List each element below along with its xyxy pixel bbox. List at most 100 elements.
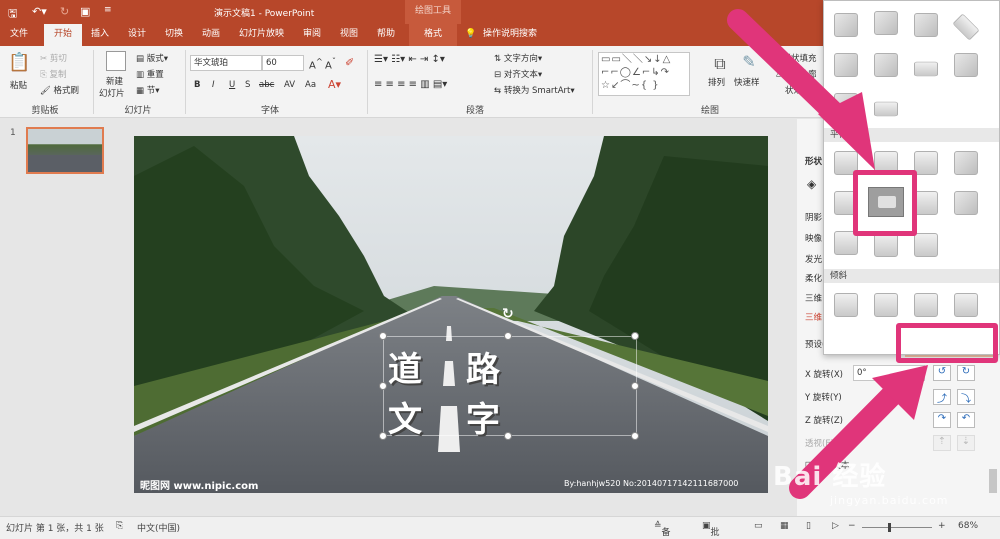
italic-button[interactable]: I: [212, 80, 215, 90]
strike-button[interactable]: S: [245, 80, 250, 90]
cut-button[interactable]: ✂ 剪切: [40, 52, 67, 64]
cut-label: 剪切: [49, 54, 67, 64]
tab-home[interactable]: 开始: [44, 24, 82, 47]
normal-view-icon[interactable]: ▭: [754, 521, 763, 531]
zoom-slider-thumb[interactable]: [888, 523, 891, 532]
new-slide-icon[interactable]: [106, 51, 126, 71]
slide-count: 幻灯片 第 1 张，共 1 张: [6, 524, 104, 534]
new-slide-label-1[interactable]: 新建: [106, 75, 123, 87]
comments-label: 批注: [710, 528, 720, 538]
comments-button[interactable]: ▣ 批注: [702, 521, 720, 538]
group-divider: [592, 50, 593, 114]
slide-thumbnail[interactable]: [26, 127, 104, 174]
copy-button[interactable]: ⎘ 复制: [40, 68, 67, 80]
shapes-gallery[interactable]: ▭▭＼＼↘↓△ ⌐⌐◯∠⌐↳↷ ☆↙⌒~{ }: [598, 52, 690, 96]
nipic-watermark: 昵图网 www.nipic.com: [140, 481, 259, 492]
language[interactable]: 中文(中国): [137, 521, 180, 534]
tab-slideshow[interactable]: 幻灯片放映: [234, 24, 289, 46]
align-icons[interactable]: ≡ ≡ ≡ ≡ ▥ ▤▾: [374, 79, 447, 90]
change-case-button[interactable]: Aa: [305, 80, 316, 90]
slideshow-icon[interactable]: ▷: [832, 521, 839, 531]
paste-button[interactable]: 粘贴: [10, 79, 27, 91]
rotate-handle-icon[interactable]: ↻: [502, 306, 514, 322]
layout-button[interactable]: ▤ 版式▾: [136, 52, 168, 64]
text-direction-button[interactable]: ⇅ 文字方向▾: [494, 52, 542, 64]
bullets-icon[interactable]: ☰▾ ☷▾ ⇤ ⇥ ↕▾: [374, 54, 445, 65]
resize-handle[interactable]: [631, 432, 639, 440]
resize-handle[interactable]: [379, 332, 387, 340]
underline-button[interactable]: U: [229, 80, 235, 90]
slide-text-char: 道: [388, 350, 422, 390]
char-spacing-button[interactable]: AV: [284, 80, 295, 90]
slide-canvas[interactable]: ↻ 道 路 文 字 昵图网 www.nipic.com By:hanhjw520…: [134, 136, 768, 493]
start-from-beginning-icon[interactable]: ▣: [80, 5, 90, 18]
group-divider: [93, 50, 94, 114]
smartart-label: 转换为 SmartArt: [503, 86, 571, 96]
group-divider: [185, 50, 186, 114]
format-painter-label: 格式刷: [53, 86, 80, 96]
resize-handle[interactable]: [379, 382, 387, 390]
zoom-slider[interactable]: [862, 527, 932, 528]
tab-transitions[interactable]: 切换: [160, 24, 188, 46]
clear-formatting-icon[interactable]: ✐: [345, 56, 354, 69]
resize-handle[interactable]: [504, 432, 512, 440]
tab-file[interactable]: 文件: [5, 24, 33, 46]
format-painter-button[interactable]: 🖌 格式刷: [40, 84, 79, 96]
tab-review[interactable]: 审阅: [298, 24, 326, 46]
section-button[interactable]: ▦ 节▾: [136, 84, 160, 96]
font-color-icon[interactable]: A▾: [328, 78, 341, 91]
slide-sorter-icon[interactable]: ▦: [780, 521, 789, 531]
resize-handle[interactable]: [379, 432, 387, 440]
paragraph-group-label: 段落: [465, 106, 484, 116]
reset-button[interactable]: ▥ 重置: [136, 68, 164, 80]
layout-label: 版式: [146, 54, 164, 64]
shadow-text-button[interactable]: abc: [259, 80, 274, 90]
paste-icon[interactable]: 📋: [8, 52, 30, 74]
slide-text-char: 文: [388, 400, 422, 440]
text-direction-label: 文字方向: [503, 54, 538, 64]
slide-thumbnail-pane: 1: [0, 119, 120, 516]
save-icon[interactable]: 🖫: [8, 5, 17, 24]
slide-number: 1: [10, 128, 16, 138]
align-text-button[interactable]: ⊟ 对齐文本▾: [494, 68, 542, 80]
status-bar: 幻灯片 第 1 张，共 1 张 ⎘ 中文(中国) ≙ 备注 ▣ 批注 ▭ ▦ ▯…: [0, 516, 1000, 539]
grow-font-button[interactable]: A^: [309, 56, 323, 71]
tab-insert[interactable]: 插入: [86, 24, 114, 46]
window-title: 演示文稿1 - PowerPoint: [214, 9, 315, 19]
zoom-level[interactable]: 68%: [958, 521, 978, 531]
undo-icon[interactable]: ↶▾: [32, 5, 47, 18]
font-name-select[interactable]: 华文琥珀: [190, 55, 262, 71]
road-photo: [134, 136, 768, 493]
tell-me-search[interactable]: 操作说明搜索: [478, 24, 542, 46]
reset-label: 重置: [146, 70, 164, 80]
zoom-in-icon[interactable]: +: [938, 521, 946, 531]
spellcheck-icon[interactable]: ⎘: [116, 521, 123, 531]
notes-button[interactable]: ≙ 备注: [654, 521, 671, 538]
tab-view[interactable]: 视图: [335, 24, 363, 46]
slides-group-label: 幻灯片: [124, 106, 152, 116]
redo-icon[interactable]: ↻: [60, 5, 69, 18]
resize-handle[interactable]: [631, 382, 639, 390]
baidu-jingyan-watermark: Bai 经验: [773, 462, 887, 492]
smartart-button[interactable]: ⇆ 转换为 SmartArt▾: [494, 84, 575, 96]
resize-handle[interactable]: [504, 332, 512, 340]
align-text-label: 对齐文本: [503, 70, 538, 80]
tab-help[interactable]: 帮助: [372, 24, 400, 46]
new-slide-label-2[interactable]: 幻灯片: [99, 87, 125, 99]
tab-format[interactable]: 格式: [409, 24, 457, 46]
zoom-out-icon[interactable]: −: [848, 521, 856, 531]
shrink-font-button[interactable]: Aˇ: [325, 56, 336, 71]
font-size-select[interactable]: 60: [262, 55, 304, 71]
customize-qat-icon[interactable]: ≡: [104, 5, 112, 15]
tab-design[interactable]: 设计: [123, 24, 151, 46]
slide-text-char: 路: [466, 350, 500, 390]
section-label: 节: [146, 86, 156, 96]
clipboard-group-label: 剪贴板: [31, 106, 59, 116]
resize-handle[interactable]: [631, 332, 639, 340]
font-group-label: 字体: [260, 106, 279, 116]
reading-view-icon[interactable]: ▯: [806, 521, 811, 531]
context-tab-group-label: 绘图工具: [405, 0, 461, 24]
tab-animations[interactable]: 动画: [197, 24, 225, 46]
bold-button[interactable]: B: [194, 80, 200, 90]
baidu-jingyan-url: jingyan.baidu.com: [830, 494, 949, 507]
